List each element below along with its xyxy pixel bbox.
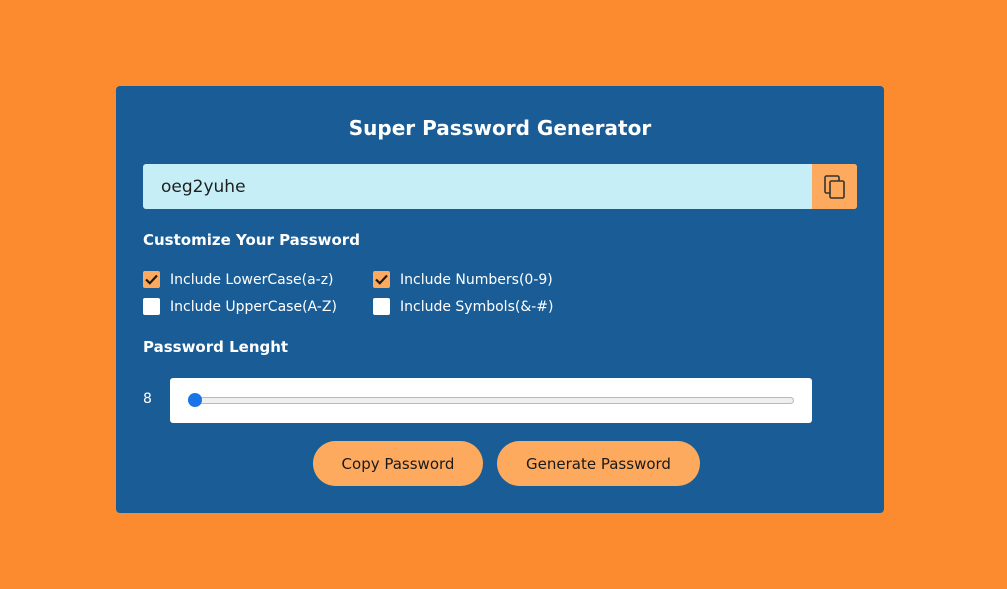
check-icon <box>145 274 158 285</box>
uppercase-label: Include UpperCase(A-Z) <box>170 298 337 315</box>
copy-icon-button[interactable] <box>812 164 857 209</box>
copy-password-button[interactable]: Copy Password <box>313 441 483 486</box>
option-numbers[interactable]: Include Numbers(0-9) <box>373 271 553 288</box>
password-output[interactable] <box>143 164 812 209</box>
generate-password-button[interactable]: Generate Password <box>497 441 700 486</box>
length-slider[interactable] <box>194 397 794 404</box>
lowercase-label: Include LowerCase(a-z) <box>170 271 334 288</box>
option-lowercase[interactable]: Include LowerCase(a-z) <box>143 271 334 288</box>
uppercase-checkbox[interactable] <box>143 298 160 315</box>
customize-heading: Customize Your Password <box>143 231 360 249</box>
symbols-label: Include Symbols(&-#) <box>400 298 554 315</box>
numbers-label: Include Numbers(0-9) <box>400 271 553 288</box>
numbers-checkbox[interactable] <box>373 271 390 288</box>
check-icon <box>375 274 388 285</box>
length-heading: Password Lenght <box>143 338 289 356</box>
password-generator-card: Super Password Generator Customize Your … <box>116 86 884 513</box>
option-symbols[interactable]: Include Symbols(&-#) <box>373 298 553 315</box>
symbols-checkbox[interactable] <box>373 298 390 315</box>
app-title: Super Password Generator <box>348 116 652 140</box>
length-value: 8 <box>143 391 152 407</box>
length-slider-container <box>170 378 812 423</box>
password-row <box>143 164 857 209</box>
lowercase-checkbox[interactable] <box>143 271 160 288</box>
length-slider-thumb[interactable] <box>188 393 202 407</box>
copy-icon <box>823 174 845 199</box>
option-uppercase[interactable]: Include UpperCase(A-Z) <box>143 298 337 315</box>
